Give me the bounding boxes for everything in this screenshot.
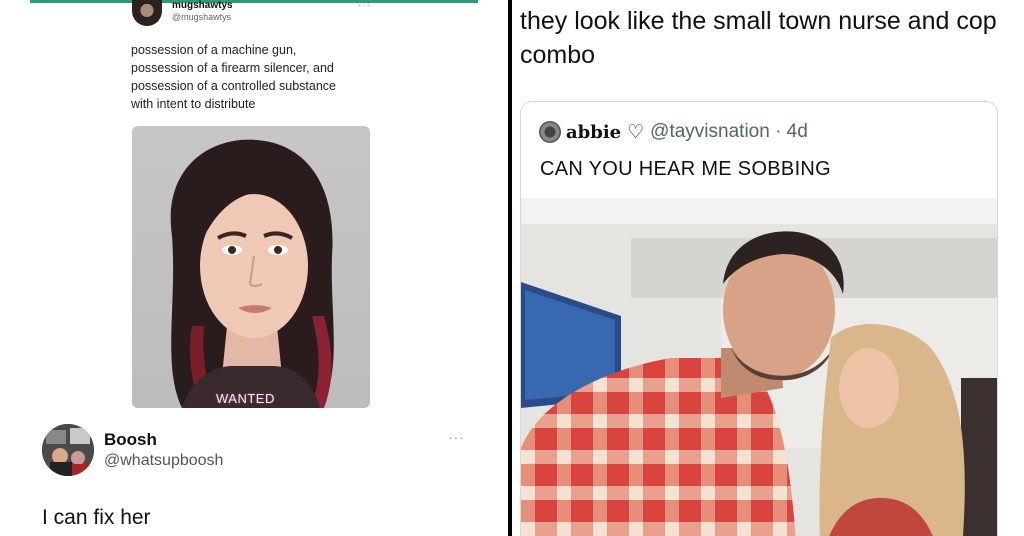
couple-photo[interactable] xyxy=(521,198,997,536)
wanted-label: WANTED xyxy=(216,391,275,406)
reply-handle[interactable]: @whatsupboosh xyxy=(104,452,223,470)
quoted-handle[interactable]: @mugshawtys xyxy=(172,12,231,22)
photo-illustration xyxy=(521,198,997,536)
quoted-body-line: with intent to distribute xyxy=(131,97,256,111)
card-display-name[interactable]: abbie xyxy=(566,122,621,143)
reply-text: I can fix her xyxy=(42,506,151,529)
quoted-tweet-body: possession of a machine gun, possession … xyxy=(131,41,371,113)
card-tweet-text: CAN YOU HEAR ME SOBBING xyxy=(540,158,832,180)
right-meme-panel: they look like the small town nurse and … xyxy=(512,0,1024,536)
avatar-illustration xyxy=(42,424,94,476)
quoted-body-line: possession of a firearm silencer, and xyxy=(131,61,334,75)
heart-icon: ♡ xyxy=(627,121,645,143)
quoted-tweet-card[interactable]: abbie ♡ @tayvisnation · 4d CAN YOU HEAR … xyxy=(520,101,998,536)
mugshot-image[interactable]: WANTED xyxy=(132,126,370,408)
portrait-illustration xyxy=(170,139,334,408)
more-dots-icon[interactable]: ··· xyxy=(448,429,465,445)
more-dots-icon[interactable]: ··· xyxy=(358,0,371,11)
caption-text: they look like the small town nurse and … xyxy=(520,7,997,69)
left-meme-panel: mugshawtys @mugshawtys ··· possession of… xyxy=(0,0,508,536)
reply-display-name[interactable]: Boosh xyxy=(104,430,157,450)
quoted-body-line: possession of a machine gun, xyxy=(131,43,297,57)
card-handle-time[interactable]: @tayvisnation · 4d xyxy=(650,121,808,143)
quoted-body-line: possession of a controlled substance xyxy=(131,79,336,93)
card-avatar[interactable] xyxy=(539,121,561,143)
card-header: abbie ♡ @tayvisnation · 4d xyxy=(539,120,808,144)
quoted-display-name[interactable]: mugshawtys xyxy=(172,0,233,11)
top-divider xyxy=(30,0,478,3)
reply-avatar[interactable] xyxy=(42,424,94,476)
quoted-avatar[interactable] xyxy=(132,0,162,26)
